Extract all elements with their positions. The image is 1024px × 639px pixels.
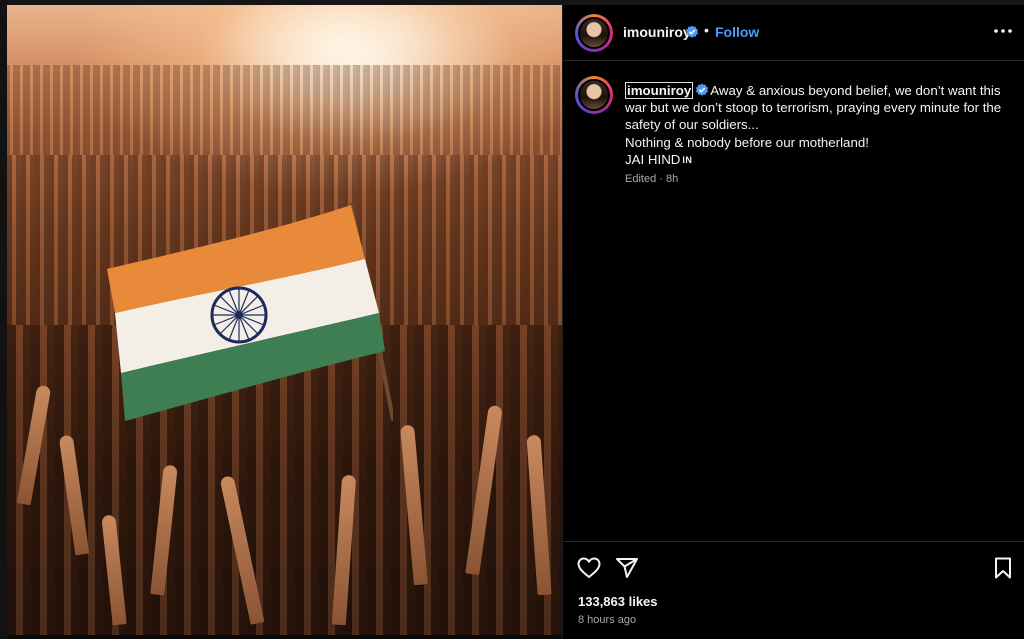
window-edge-left (0, 0, 7, 639)
avatar-image (578, 79, 610, 111)
header-username[interactable]: imouniroy (623, 24, 691, 40)
caption-last-line: JAI HIND IN (625, 151, 1017, 169)
post-header: imouniroy • Follow (563, 5, 1024, 61)
caption-text-3: JAI HIND (625, 151, 681, 167)
post-actions: 133,863 likes 8 hours ago (563, 541, 1024, 639)
post-side-panel: imouniroy • Follow imouniroy Away & anxi… (562, 5, 1024, 639)
share-icon[interactable] (615, 556, 639, 580)
flag-badge: IN (682, 154, 693, 165)
post-caption: imouniroy Away & anxious beyond belief, … (625, 82, 1017, 169)
post-timestamp[interactable]: 8 hours ago (578, 614, 636, 626)
indian-flag (103, 201, 393, 421)
caption-first-line: imouniroy Away & anxious beyond belief, … (625, 82, 1017, 134)
header-separator: • (704, 22, 709, 38)
bookmark-icon[interactable] (991, 556, 1015, 580)
heart-icon[interactable] (577, 556, 601, 580)
verified-badge-icon (696, 83, 709, 96)
caption-text-2: Nothing & nobody before our motherland! (625, 134, 869, 150)
caption-meta: Edited · 8h (625, 173, 679, 185)
avatar-image (578, 17, 610, 49)
follow-button[interactable]: Follow (715, 24, 759, 40)
more-options-icon[interactable] (991, 21, 1015, 41)
post-image[interactable] (7, 5, 562, 635)
caption-avatar[interactable] (575, 76, 613, 114)
crowd-distant (7, 65, 562, 155)
caption-username[interactable]: imouniroy (625, 82, 694, 99)
likes-count[interactable]: 133,863 likes (578, 594, 658, 609)
verified-badge-icon (685, 25, 699, 38)
header-avatar[interactable] (575, 14, 613, 52)
